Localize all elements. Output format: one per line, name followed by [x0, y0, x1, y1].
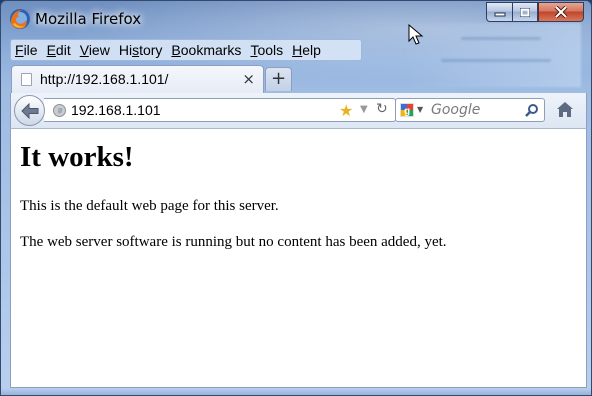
tab-active[interactable]: http://192.168.1.101/ ×	[11, 65, 264, 93]
page-icon	[21, 73, 32, 86]
search-input[interactable]: Google	[431, 102, 480, 118]
minimize-icon	[494, 12, 505, 17]
menu-edit[interactable]: Edit	[47, 42, 71, 58]
tab-strip: http://192.168.1.101/ × +	[10, 65, 587, 93]
google-icon: g	[400, 103, 414, 117]
dropmarker-icon[interactable]: ▼	[360, 104, 368, 115]
menu-view[interactable]: View	[80, 42, 110, 58]
menu-file[interactable]: File	[15, 42, 38, 58]
browser-window: Mozilla Firefox File Edit View History B…	[0, 0, 592, 396]
search-box[interactable]: g ▼ Google	[395, 98, 545, 122]
magnifier-icon[interactable]	[525, 103, 539, 117]
page-content: It works! This is the default web page f…	[10, 129, 587, 388]
menu-history-pre: Hi	[118, 42, 133, 58]
close-button[interactable]	[538, 2, 584, 22]
menu-bookmarks-label: ookmarks	[180, 42, 242, 58]
title-bar[interactable]: Mozilla Firefox	[1, 1, 591, 37]
globe-icon	[53, 104, 66, 117]
page-heading: It works!	[20, 141, 134, 173]
window-bottom-frame	[1, 388, 591, 395]
url-bar[interactable]: 192.168.1.101 ★ ▼ ↻	[44, 98, 396, 122]
bookmark-star-icon[interactable]: ★	[339, 101, 353, 120]
firefox-logo-icon	[10, 9, 30, 29]
menu-tools[interactable]: Tools	[250, 42, 283, 58]
menu-edit-label: dit	[55, 42, 71, 58]
tab-close-icon[interactable]: ×	[242, 70, 255, 88]
caption-buttons	[486, 2, 584, 26]
menu-bar: File Edit View History Bookmarks Tools H…	[10, 39, 362, 61]
back-button[interactable]	[14, 95, 45, 126]
menu-file-label: ile	[23, 42, 38, 58]
menu-history[interactable]: History	[119, 42, 163, 58]
menu-file-key: F	[15, 42, 24, 58]
menu-bookmarks[interactable]: Bookmarks	[171, 42, 241, 58]
menu-view-label: iew	[88, 42, 110, 58]
url-text: 192.168.1.101	[71, 102, 161, 118]
back-arrow-icon	[20, 102, 38, 119]
menu-help-key: H	[292, 42, 303, 58]
menu-help-label: elp	[302, 42, 321, 58]
maximize-icon	[520, 7, 530, 17]
minimize-button[interactable]	[486, 2, 512, 22]
maximize-button[interactable]	[512, 2, 538, 22]
page-paragraph-2: The web server software is running but n…	[20, 234, 447, 250]
page-paragraph-1: This is the default web page for this se…	[20, 198, 279, 214]
menu-edit-key: E	[46, 42, 56, 58]
new-tab-button[interactable]: +	[265, 67, 292, 91]
menu-view-key: V	[79, 42, 89, 58]
menu-history-key: s	[132, 42, 140, 58]
menu-bookmarks-key: B	[171, 42, 181, 58]
close-icon	[554, 6, 568, 18]
menu-help[interactable]: Help	[292, 42, 321, 58]
menu-tools-label: ools	[257, 42, 284, 58]
svg-text:g: g	[404, 106, 410, 117]
window-title: Mozilla Firefox	[35, 10, 142, 28]
tab-title: http://192.168.1.101/	[40, 71, 169, 87]
navigation-toolbar: 192.168.1.101 ★ ▼ ↻ g ▼ Google	[10, 93, 587, 129]
menu-history-post: tory	[139, 42, 163, 58]
home-icon[interactable]	[556, 101, 574, 118]
mouse-cursor-icon	[408, 24, 424, 45]
reload-icon[interactable]: ↻	[376, 101, 388, 117]
engine-dropdown-icon[interactable]: ▼	[417, 105, 423, 114]
